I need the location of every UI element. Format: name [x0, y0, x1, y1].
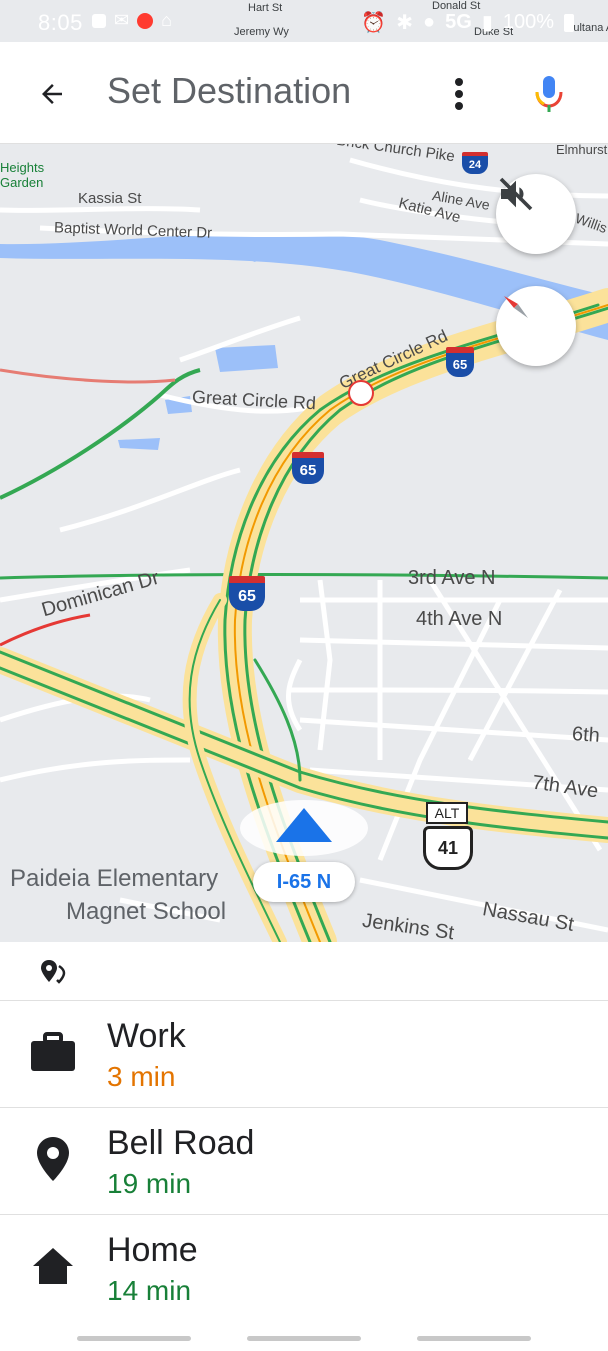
back-button[interactable]: [28, 70, 76, 118]
alarm-icon: ⏰: [361, 12, 387, 34]
nav-hint-center[interactable]: [247, 1336, 361, 1341]
network-label: 5G: [445, 11, 472, 33]
mute-button[interactable]: [496, 174, 576, 254]
saved-places-header: [0, 942, 608, 1001]
compass-icon: [504, 296, 528, 318]
map-label: 6th: [571, 723, 601, 747]
system-icons: ⏰ ✱ ● 5G ▮ 100%: [361, 10, 574, 35]
destination-item-home[interactable]: Home 14 min: [0, 1215, 608, 1321]
map-label: Kassia St: [78, 190, 142, 207]
location-icon: ●: [423, 11, 436, 33]
volume-off-icon: [499, 177, 533, 211]
interstate-shield-24: 24: [462, 152, 488, 174]
destination-name: Bell Road: [107, 1124, 255, 1162]
destination-item-work[interactable]: Work 3 min: [0, 1001, 608, 1108]
more-vert-icon: [455, 78, 463, 110]
nav-hint-right[interactable]: [417, 1336, 531, 1341]
page-title[interactable]: Set Destination: [107, 70, 351, 112]
mail-icon: ✉: [114, 10, 130, 30]
navigation-arrow-icon: [276, 808, 332, 842]
notification-icons: ✉ ⌂: [92, 10, 172, 31]
briefcase-icon: [30, 1029, 76, 1075]
signal-icon: ▮: [481, 12, 493, 34]
current-road-chip: I-65 N: [253, 862, 355, 902]
bluetooth-icon: ✱: [396, 12, 414, 34]
status-bar: 8:05 ✉ ⌂ ⏰ ✱ ● 5G ▮ 100%: [0, 0, 608, 42]
destination-panel: Work 3 min Bell Road 19 min Home 14 min: [0, 942, 608, 1351]
traffic-incident-icon: [348, 380, 374, 406]
battery-icon: [564, 13, 574, 32]
destination-item-bell-road[interactable]: Bell Road 19 min: [0, 1108, 608, 1215]
arrow-back-icon: [42, 84, 62, 104]
home-icon: [30, 1243, 76, 1289]
home-notif-icon: ⌂: [161, 10, 172, 30]
destination-eta: 3 min: [107, 1061, 176, 1092]
map-label: 4th Ave N: [416, 608, 503, 630]
map-label: Paideia Elementary: [10, 865, 219, 892]
alert-icon: [137, 12, 154, 29]
more-options-button[interactable]: [435, 70, 483, 118]
us-route-alt-sign: ALT: [426, 802, 468, 824]
map-label: 3rd Ave N: [408, 567, 496, 589]
battery-label: 100%: [502, 11, 554, 33]
status-time: 8:05: [38, 10, 83, 35]
map-label: Heights Garden: [0, 160, 45, 190]
destination-name: Home: [107, 1231, 198, 1269]
voice-search-button[interactable]: [525, 70, 573, 118]
compass-button[interactable]: [496, 286, 576, 366]
map-label: Magnet School: [66, 898, 227, 925]
us-route-shield-41: 41: [423, 826, 473, 870]
saved-places-icon: [41, 960, 66, 984]
destination-eta: 19 min: [107, 1168, 192, 1199]
interstate-shield-65: 65: [446, 347, 474, 377]
interstate-shield-65: 65: [292, 452, 324, 484]
message-icon: [92, 13, 106, 28]
nav-hint-left[interactable]: [77, 1336, 191, 1341]
microphone-icon: [535, 76, 563, 112]
destination-name: Work: [107, 1017, 186, 1055]
app-header: Set Destination: [0, 42, 608, 144]
interstate-shield-65: 65: [229, 576, 265, 611]
destination-eta: 14 min: [107, 1275, 192, 1306]
location-pin-icon: [30, 1136, 76, 1182]
map-label: Elmhurst: [556, 142, 608, 157]
